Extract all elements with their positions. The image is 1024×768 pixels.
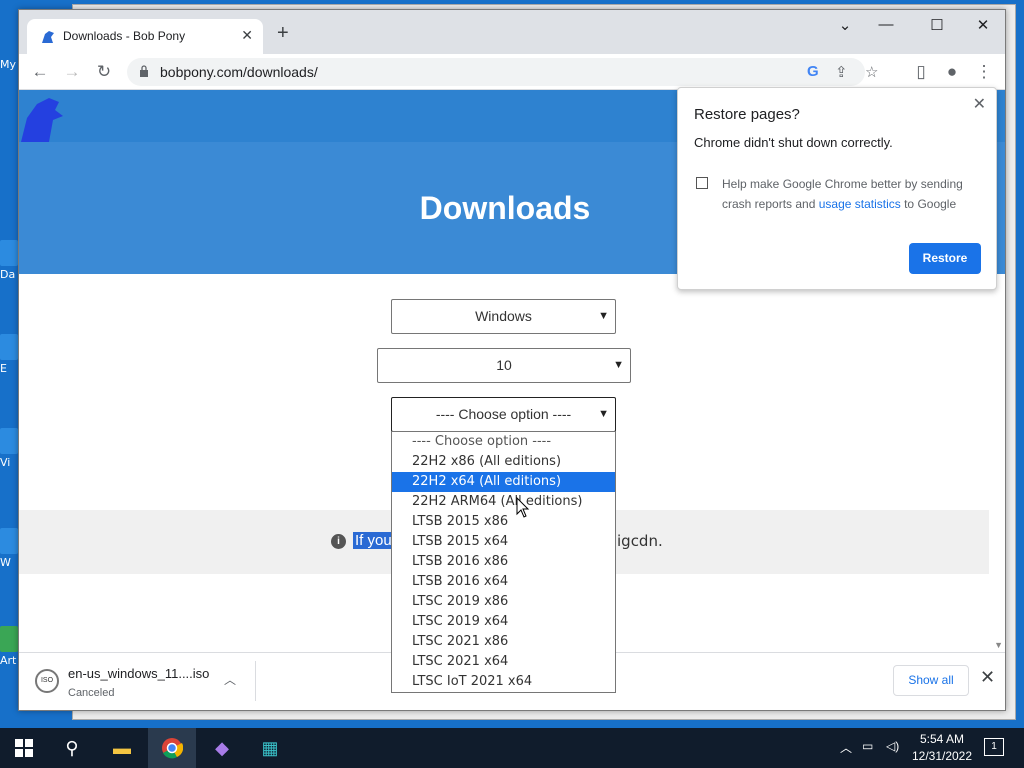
divider xyxy=(255,661,256,701)
app-icon xyxy=(0,528,18,554)
checkbox-label-text: to Google xyxy=(900,197,957,211)
info-icon: i xyxy=(331,534,346,549)
desktop-icon[interactable]: Da xyxy=(0,240,18,281)
version-select[interactable]: 10 ▼ xyxy=(377,348,631,383)
desktop-icon-label: Vi xyxy=(0,456,11,469)
dropdown-option[interactable]: LTSB 2016 x64 xyxy=(392,572,615,592)
close-window-icon[interactable]: ✕ xyxy=(968,16,998,34)
scroll-down-icon[interactable]: ▼ xyxy=(994,640,1003,650)
search-icon[interactable]: ⚲ xyxy=(48,728,96,768)
os-select-value: Windows xyxy=(475,308,532,324)
tab-downloads[interactable]: Downloads - Bob Pony ✕ xyxy=(27,19,263,54)
mouse-cursor-icon xyxy=(516,497,530,518)
google-lens-icon[interactable]: G xyxy=(807,63,819,80)
chevron-down-icon: ▼ xyxy=(598,408,609,420)
chrome-taskbar-icon[interactable] xyxy=(148,728,196,768)
download-status: Canceled xyxy=(68,687,115,699)
menu-icon[interactable]: ⋮ xyxy=(973,62,995,82)
restore-pages-dialog: Restore pages? ✕ Chrome didn't shut down… xyxy=(677,87,997,290)
chevron-down-icon: ▼ xyxy=(598,310,609,322)
bookmark-star-icon[interactable]: ☆ xyxy=(865,63,878,81)
app-taskbar-icon[interactable]: ▦ xyxy=(246,728,294,768)
minimize-icon[interactable]: — xyxy=(871,16,901,33)
app-icon xyxy=(0,334,18,360)
app-icon xyxy=(0,626,18,652)
desktop-icon[interactable]: Vi xyxy=(0,428,18,469)
visual-studio-icon[interactable]: ◆ xyxy=(198,728,246,768)
close-shelf-icon[interactable]: ✕ xyxy=(980,667,995,688)
chevron-down-icon: ▼ xyxy=(613,359,624,371)
dialog-title: Restore pages? xyxy=(694,106,800,123)
checkbox-label: Help make Google Chrome better by sendin… xyxy=(722,174,982,214)
close-dialog-icon[interactable]: ✕ xyxy=(973,94,986,114)
desktop-icon-label: E xyxy=(0,362,7,375)
clock-time: 5:54 AM xyxy=(919,732,965,746)
reload-icon[interactable]: ↻ xyxy=(93,62,115,82)
side-panel-icon[interactable]: ▯ xyxy=(910,62,932,82)
dialog-subtitle: Chrome didn't shut down correctly. xyxy=(694,135,893,150)
dropdown-option[interactable]: LTSC 2019 x64 xyxy=(392,612,615,632)
download-filename[interactable]: en-us_windows_11....iso xyxy=(68,666,209,681)
maximize-icon[interactable]: ☐ xyxy=(922,16,952,34)
os-select[interactable]: Windows ▼ xyxy=(391,299,616,334)
desktop-icon[interactable]: E xyxy=(0,334,18,375)
tab-strip: Downloads - Bob Pony ✕ + ⌄ — ☐ ✕ xyxy=(19,10,1005,54)
dropdown-option-highlighted[interactable]: 22H2 x64 (All editions) xyxy=(392,472,615,492)
share-icon[interactable]: ⇪ xyxy=(835,63,848,81)
iso-file-icon: ISO xyxy=(35,669,59,693)
dropdown-option[interactable]: LTSC 2021 x86 xyxy=(392,632,615,652)
edition-dropdown-list: ---- Choose option ---- 22H2 x86 (All ed… xyxy=(391,431,616,693)
file-explorer-icon[interactable]: ▬ xyxy=(98,728,146,768)
clock[interactable]: 5:54 AM 12/31/2022 xyxy=(905,731,979,765)
desktop-icon-label: Art xyxy=(0,654,17,667)
pony-favicon-icon xyxy=(42,31,54,43)
profile-icon[interactable]: ● xyxy=(941,62,963,82)
dropdown-option[interactable]: 22H2 x86 (All editions) xyxy=(392,452,615,472)
edition-select-value: ---- Choose option ---- xyxy=(435,406,572,422)
dropdown-option[interactable]: LTSC 2021 x64 xyxy=(392,652,615,672)
notice-text: igcdn. xyxy=(617,532,663,550)
edition-select[interactable]: ---- Choose option ---- ▼ xyxy=(391,397,616,432)
usage-statistics-link[interactable]: usage statistics xyxy=(819,197,901,211)
dropdown-option[interactable]: LTSC IoT 2021 x64 xyxy=(392,672,615,692)
dropdown-option[interactable]: LTSB 2015 x86 xyxy=(392,512,615,532)
url-text: bobpony.com/downloads/ xyxy=(160,64,318,80)
close-tab-icon[interactable]: ✕ xyxy=(241,27,253,44)
tab-search-icon[interactable]: ⌄ xyxy=(830,16,860,34)
dropdown-option[interactable]: LTSB 2015 x64 xyxy=(392,532,615,552)
chevron-up-icon[interactable]: ︿ xyxy=(224,671,236,688)
folder-icon xyxy=(0,240,18,266)
desktop-icon-label: W xyxy=(0,556,11,569)
usage-stats-checkbox[interactable] xyxy=(696,177,708,189)
clock-date: 12/31/2022 xyxy=(911,749,973,763)
new-tab-icon[interactable]: + xyxy=(277,23,289,43)
dropdown-option[interactable]: LTSC 2019 x86 xyxy=(392,592,615,612)
desktop-icon-label: My xyxy=(0,58,17,71)
desktop-icon-label: Da xyxy=(0,268,16,281)
desktop-icon[interactable]: W xyxy=(0,528,18,569)
show-all-button[interactable]: Show all xyxy=(893,665,969,696)
chevron-up-tray-icon[interactable]: ︿ xyxy=(840,739,852,756)
restore-button[interactable]: Restore xyxy=(909,243,981,274)
network-icon[interactable]: ▭ xyxy=(862,739,873,753)
taskbar: ⚲ ▬ ◆ ▦ ︿ ▭ ◁) 5:54 AM 12/31/2022 1 xyxy=(0,728,1024,768)
volume-icon[interactable]: ◁) xyxy=(886,739,899,753)
forward-icon[interactable]: → xyxy=(61,62,83,82)
pony-logo-icon[interactable] xyxy=(19,94,67,144)
app-icon xyxy=(0,428,18,454)
back-icon[interactable]: ← xyxy=(29,62,51,82)
dropdown-option[interactable]: ---- Choose option ---- xyxy=(392,432,615,452)
desktop-icon[interactable]: Art xyxy=(0,626,18,667)
dropdown-option[interactable]: LTSB 2016 x86 xyxy=(392,552,615,572)
version-select-value: 10 xyxy=(496,357,512,373)
notification-icon[interactable]: 1 xyxy=(984,738,1004,756)
toolbar: ← → ↻ bobpony.com/downloads/ G ⇪ ☆ ▯ ● ⋮ xyxy=(19,54,1005,90)
tab-title: Downloads - Bob Pony xyxy=(63,29,186,43)
start-icon[interactable] xyxy=(0,728,48,768)
lock-icon[interactable] xyxy=(139,65,149,77)
address-bar[interactable]: bobpony.com/downloads/ G ⇪ ☆ xyxy=(127,58,878,86)
desktop-icon[interactable]: My xyxy=(0,58,18,71)
notice-selected-text: If you xyxy=(353,532,394,549)
dropdown-option[interactable]: 22H2 ARM64 (All editions) xyxy=(392,492,615,512)
